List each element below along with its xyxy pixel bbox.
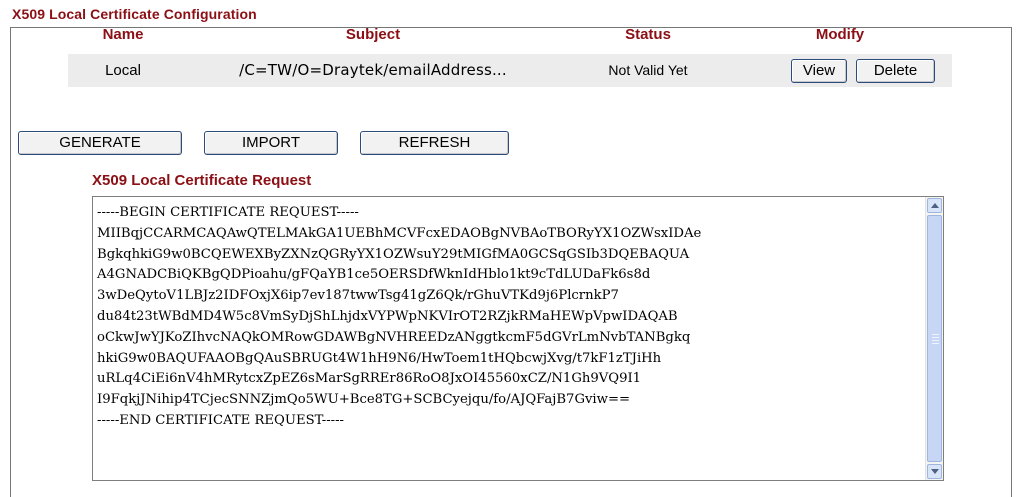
vertical-scrollbar[interactable] <box>925 197 943 480</box>
generate-button[interactable]: GENERATE <box>18 131 182 155</box>
scrollbar-thumb[interactable] <box>927 215 942 462</box>
request-section-title: X509 Local Certificate Request <box>92 172 312 189</box>
scroll-up-button[interactable] <box>927 198 942 213</box>
grip-line <box>932 343 939 344</box>
import-button[interactable]: IMPORT <box>204 131 338 155</box>
cell-status: Not Valid Yet <box>608 62 688 78</box>
column-header-subject: Subject <box>345 26 401 43</box>
column-header-modify: Modify <box>815 26 865 43</box>
refresh-button[interactable]: REFRESH <box>360 131 509 155</box>
chevron-down-icon <box>931 469 939 474</box>
column-header-name: Name <box>102 26 144 43</box>
grip-line <box>932 340 939 341</box>
scroll-down-button[interactable] <box>927 464 942 479</box>
page-title: X509 Local Certificate Configuration <box>12 6 257 22</box>
grip-line <box>932 337 939 338</box>
view-button[interactable]: View <box>791 59 847 83</box>
cell-name: Local <box>105 62 141 79</box>
certificate-request-text[interactable]: -----BEGIN CERTIFICATE REQUEST----- MIIB… <box>97 203 917 432</box>
chevron-up-icon <box>931 203 939 208</box>
grip-line <box>932 334 939 335</box>
certificate-request-textarea[interactable]: -----BEGIN CERTIFICATE REQUEST----- MIIB… <box>92 196 944 481</box>
column-header-status: Status <box>625 26 671 43</box>
table-row: Local /C=TW/O=Draytek/emailAddress... No… <box>68 54 952 87</box>
delete-button[interactable]: Delete <box>856 59 935 83</box>
cell-subject: /C=TW/O=Draytek/emailAddress... <box>239 61 507 79</box>
